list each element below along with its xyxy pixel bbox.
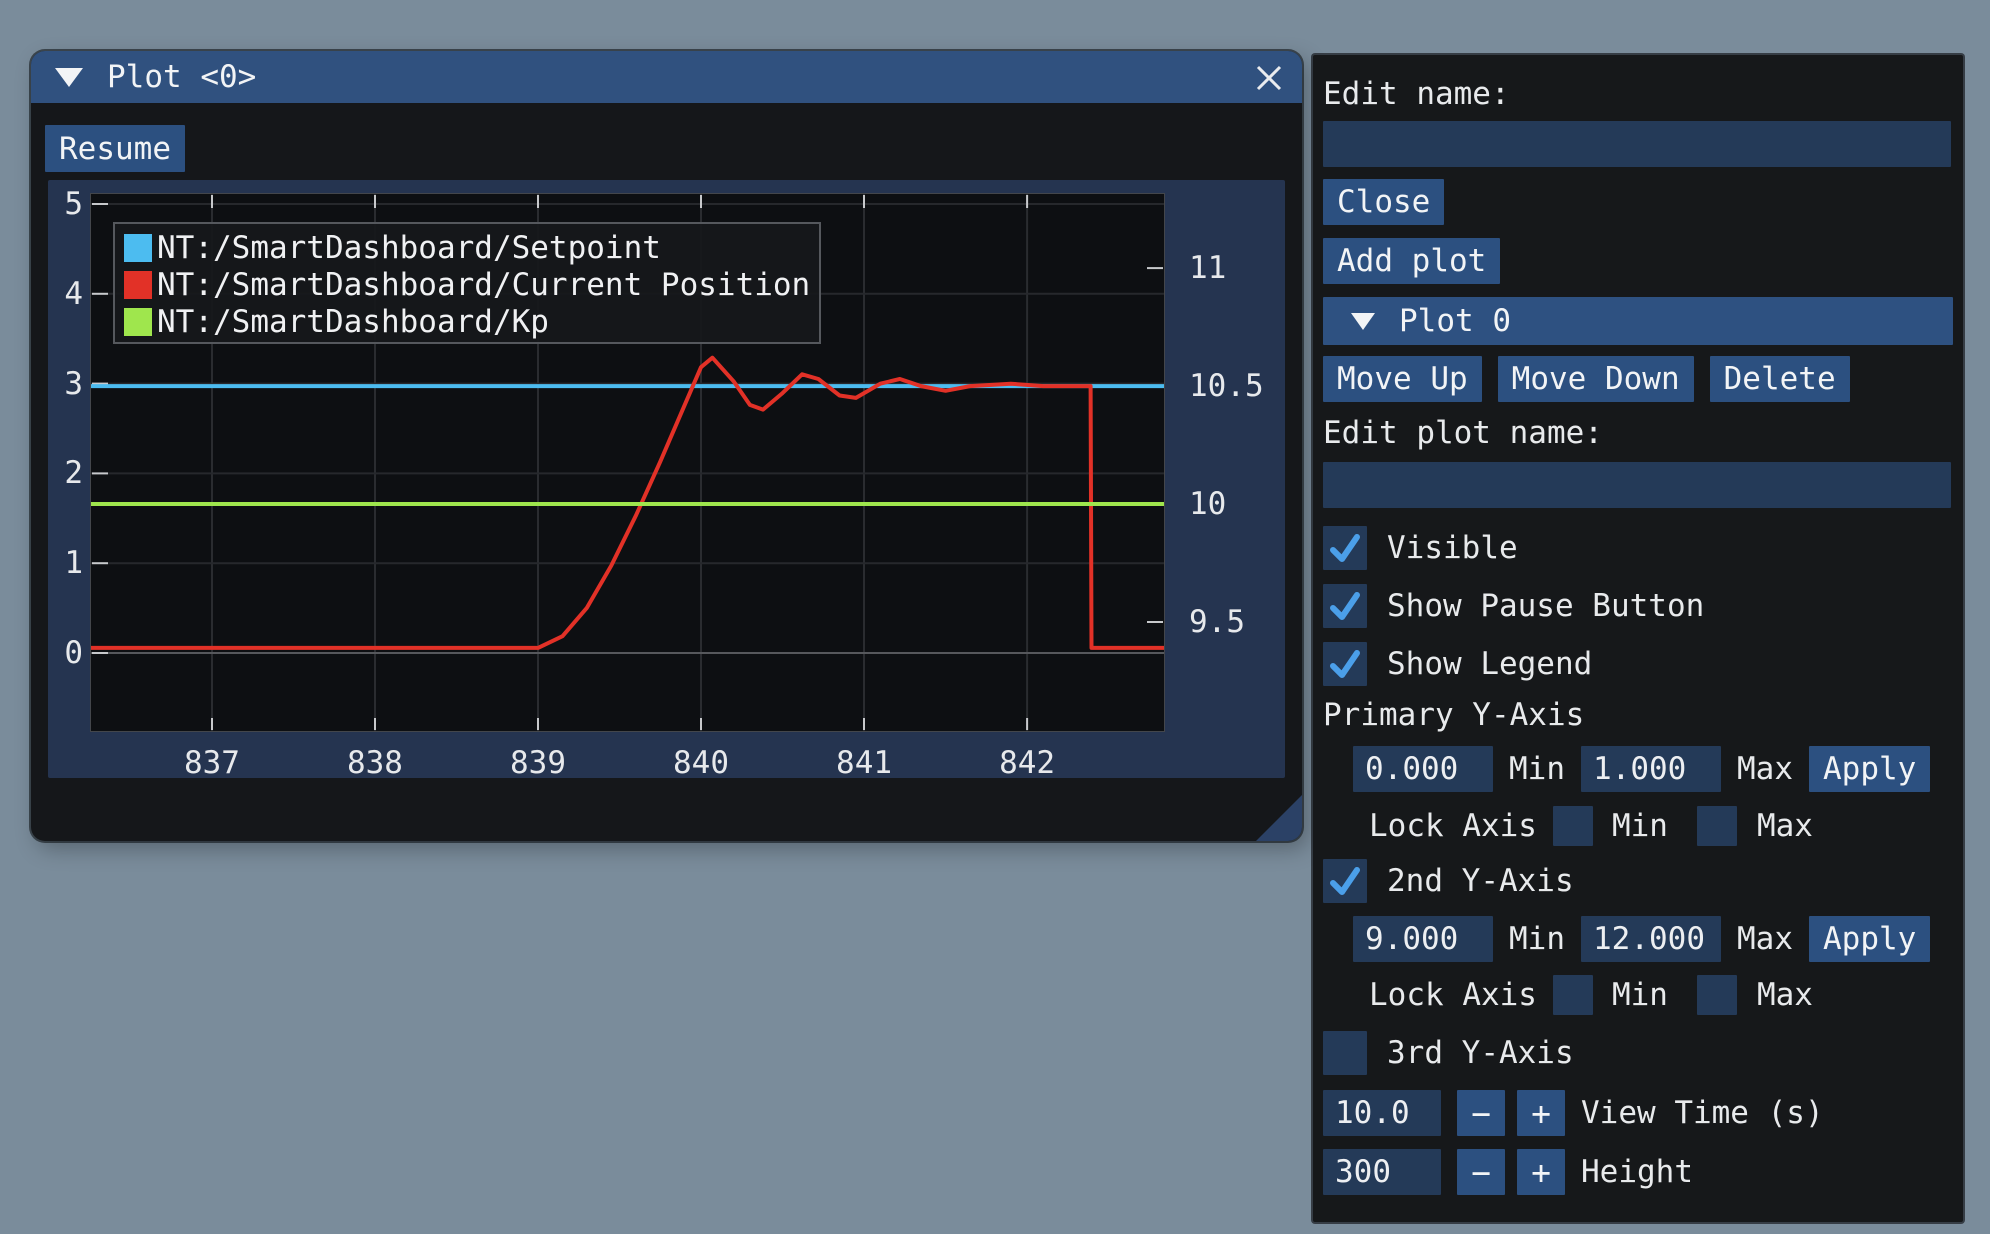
x-axis-tick-label: 842 [999,745,1055,781]
x-axis-tick-label: 837 [184,745,240,781]
primary-max-input[interactable] [1581,746,1721,792]
plot-legend: NT:/SmartDashboard/SetpointNT:/SmartDash… [113,222,821,344]
y-axis-tick-label: 3 [33,366,83,402]
view-time-decrement-button[interactable]: − [1457,1090,1505,1136]
height-input[interactable] [1323,1149,1441,1195]
check-icon [1323,526,1367,570]
height-decrement-button[interactable]: − [1457,1149,1505,1195]
plot-settings-panel: Edit name: Close Add plot Plot 0 Move Up… [1313,55,1963,1222]
y-axis-tick-label: 1 [33,545,83,581]
edit-name-label: Edit name: [1323,77,1953,111]
check-icon [1323,642,1367,686]
close-icon[interactable] [1252,61,1286,95]
view-time-increment-button[interactable]: + [1517,1090,1565,1136]
plot-frame: NT:/SmartDashboard/SetpointNT:/SmartDash… [48,180,1285,778]
collapse-arrow-icon [1351,313,1375,330]
view-time-label: View Time (s) [1581,1095,1824,1131]
show-legend-checkbox[interactable] [1323,642,1367,686]
x-axis-tick-label: 840 [673,745,729,781]
visible-checkbox[interactable] [1323,526,1367,570]
legend-item[interactable]: NT:/SmartDashboard/Current Position [115,266,819,303]
move-down-button[interactable]: Move Down [1498,356,1694,402]
legend-swatch-icon [124,271,152,299]
y-axis-tick-label: 4 [33,276,83,312]
second-min-label: Min [1509,921,1565,957]
y2-axis-tick-label: 10.5 [1189,368,1264,404]
second-min-input[interactable] [1353,916,1493,962]
legend-swatch-icon [124,234,152,262]
plot0-header[interactable]: Plot 0 [1323,297,1953,345]
legend-label: NT:/SmartDashboard/Setpoint [157,230,661,266]
primary-y-axis-label: Primary Y-Axis [1323,698,1953,732]
edit-plot-name-input[interactable] [1323,462,1951,508]
second-apply-button[interactable]: Apply [1809,916,1930,962]
third-y-axis-checkbox[interactable] [1323,1031,1367,1075]
resume-button[interactable]: Resume [45,125,185,172]
collapse-arrow-icon[interactable] [55,68,83,87]
view-time-input[interactable] [1323,1090,1441,1136]
legend-swatch-icon [124,308,152,336]
visible-label: Visible [1387,530,1518,566]
delete-button[interactable]: Delete [1710,356,1850,402]
resize-grip[interactable] [1256,795,1302,841]
second-lock-max-label: Max [1757,977,1813,1013]
close-button[interactable]: Close [1323,179,1444,225]
desktop: Plot <0> Resume NT:/SmartDashboard/Setpo… [0,0,1990,1234]
plot-window: Plot <0> Resume NT:/SmartDashboard/Setpo… [31,51,1302,841]
primary-lock-axis-label: Lock Axis [1369,808,1537,844]
primary-lock-min-checkbox[interactable] [1553,806,1593,846]
height-label: Height [1581,1154,1693,1190]
y2-axis-tick-label: 9.5 [1189,604,1245,640]
y-axis-tick-label: 5 [33,186,83,222]
show-pause-checkbox[interactable] [1323,584,1367,628]
legend-label: NT:/SmartDashboard/Current Position [157,267,810,303]
move-up-button[interactable]: Move Up [1323,356,1482,402]
close-x-glyph [1253,62,1285,94]
primary-lock-min-label: Min [1612,808,1668,844]
second-max-label: Max [1737,921,1793,957]
second-lock-min-label: Min [1612,977,1668,1013]
legend-label: NT:/SmartDashboard/Kp [157,304,549,340]
add-plot-button[interactable]: Add plot [1323,238,1500,284]
second-y-axis-label: 2nd Y-Axis [1387,863,1574,899]
primary-lock-max-label: Max [1757,808,1813,844]
edit-name-input[interactable] [1323,121,1951,167]
edit-plot-name-label: Edit plot name: [1323,416,1953,450]
primary-apply-button[interactable]: Apply [1809,746,1930,792]
y-axis-tick-label: 0 [33,635,83,671]
legend-item[interactable]: NT:/SmartDashboard/Setpoint [115,229,819,266]
primary-min-label: Min [1509,751,1565,787]
primary-min-input[interactable] [1353,746,1493,792]
second-y-axis-checkbox[interactable] [1323,859,1367,903]
second-lock-max-checkbox[interactable] [1697,975,1737,1015]
second-max-input[interactable] [1581,916,1721,962]
second-lock-min-checkbox[interactable] [1553,975,1593,1015]
y-axis-tick-label: 2 [33,455,83,491]
y2-axis-tick-label: 10 [1189,486,1226,522]
plot-window-title: Plot <0> [107,59,256,95]
y2-axis-tick-label: 11 [1189,250,1226,286]
show-pause-label: Show Pause Button [1387,588,1704,624]
third-y-axis-label: 3rd Y-Axis [1387,1035,1574,1071]
height-increment-button[interactable]: + [1517,1149,1565,1195]
plot-window-titlebar[interactable]: Plot <0> [31,51,1302,103]
x-axis-tick-label: 839 [510,745,566,781]
plot-canvas[interactable]: NT:/SmartDashboard/SetpointNT:/SmartDash… [90,193,1165,732]
second-lock-axis-label: Lock Axis [1369,977,1537,1013]
check-icon [1323,584,1367,628]
x-axis-tick-label: 841 [836,745,892,781]
primary-lock-max-checkbox[interactable] [1697,806,1737,846]
x-axis-tick-label: 838 [347,745,403,781]
plot0-header-label: Plot 0 [1399,303,1511,339]
legend-item[interactable]: NT:/SmartDashboard/Kp [115,303,819,340]
show-legend-label: Show Legend [1387,646,1592,682]
primary-max-label: Max [1737,751,1793,787]
check-icon [1323,859,1367,903]
